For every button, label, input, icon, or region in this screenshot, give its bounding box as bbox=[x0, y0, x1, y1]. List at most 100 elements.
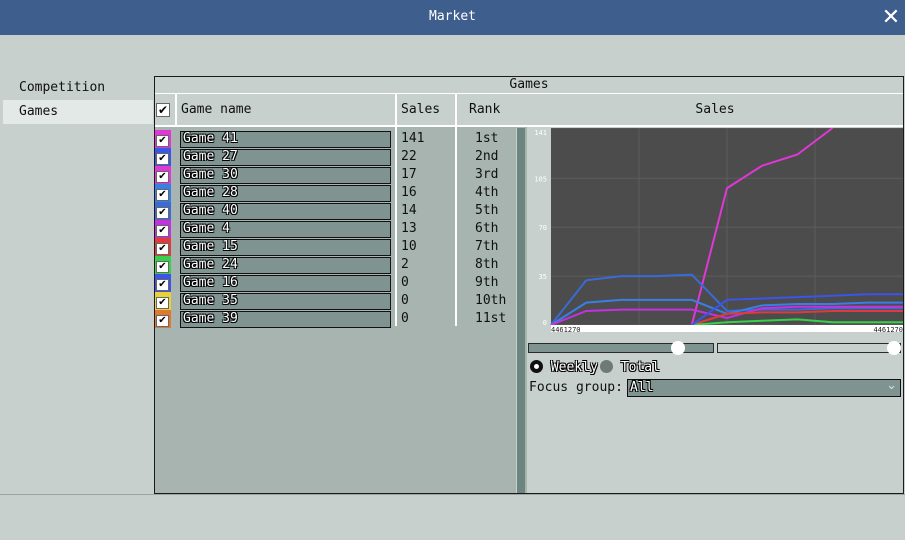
weekly-radio[interactable]: Weekly bbox=[530, 359, 598, 377]
table-row[interactable]: ✔ Game 40 14 5th bbox=[155, 202, 515, 220]
table-row[interactable]: ✔ Game 27 22 2nd bbox=[155, 148, 515, 166]
table-row[interactable]: ✔ Game 41 141 1st bbox=[155, 130, 515, 148]
check-icon: ✔ bbox=[156, 135, 169, 147]
close-icon[interactable]: ✕ bbox=[881, 7, 901, 29]
sales-cell: 2 bbox=[401, 257, 409, 272]
series-color-swatch[interactable]: ✔ bbox=[155, 184, 171, 202]
table-row[interactable]: ✔ Game 15 10 7th bbox=[155, 238, 515, 256]
games-table: ✔ Game name Sales Rank ✔ Game 41 14 1 1st ✔ Ga… bbox=[155, 94, 527, 493]
check-icon: ✔ bbox=[156, 189, 169, 201]
game-name-cell[interactable]: Game 15 bbox=[180, 239, 391, 256]
table-row[interactable]: ✔ Game 4 13 6th bbox=[155, 220, 515, 238]
rank-cell: 2nd bbox=[475, 149, 499, 164]
sales-cell: 141 bbox=[401, 131, 425, 146]
x-tick-label: 4461270 bbox=[873, 326, 903, 332]
table-row[interactable]: ✔ Game 35 0 10th bbox=[155, 292, 515, 310]
check-icon: ✔ bbox=[156, 171, 169, 183]
sidebar: Competition Games bbox=[3, 76, 153, 494]
range-slider-end-knob[interactable] bbox=[887, 341, 901, 355]
range-slider-start-knob[interactable] bbox=[671, 341, 685, 355]
panel-title: Games bbox=[155, 77, 903, 94]
select-all-checkbox[interactable]: ✔ bbox=[156, 103, 170, 118]
y-tick-label: 70 bbox=[539, 224, 547, 232]
game-name-cell[interactable]: Game 27 bbox=[180, 149, 391, 166]
bottom-strip bbox=[0, 494, 905, 540]
column-header-rank[interactable]: Rank bbox=[469, 101, 500, 119]
series-color-swatch[interactable]: ✔ bbox=[155, 238, 171, 256]
range-slider-end[interactable] bbox=[717, 343, 901, 353]
x-axis-strip bbox=[551, 325, 903, 332]
focus-group-select[interactable]: All ⌄ bbox=[627, 378, 901, 397]
y-tick-label: 141 bbox=[534, 129, 547, 137]
check-icon: ✔ bbox=[156, 103, 170, 117]
game-name-cell[interactable]: Game 24 bbox=[180, 257, 391, 274]
check-icon: ✔ bbox=[156, 153, 169, 165]
window-title: Market bbox=[429, 9, 476, 24]
sales-cell: 0 bbox=[401, 275, 409, 290]
chevron-down-icon: ⌄ bbox=[886, 378, 897, 393]
game-name-cell[interactable]: Game 28 bbox=[180, 185, 391, 202]
game-name-cell[interactable]: Game 4 bbox=[180, 221, 391, 238]
total-radio-label: Total bbox=[620, 360, 660, 375]
sales-chart: 0 35 70 105 141 4461270 4461270 bbox=[527, 127, 903, 334]
rank-cell: 6th bbox=[475, 221, 499, 236]
table-row[interactable]: ✔ Game 39 0 11st bbox=[155, 310, 515, 328]
sales-cell: 17 bbox=[401, 167, 417, 182]
check-icon: ✔ bbox=[156, 261, 169, 273]
sales-cell: 13 bbox=[401, 221, 417, 236]
series-color-swatch[interactable]: ✔ bbox=[155, 256, 171, 274]
series-color-swatch[interactable]: ✔ bbox=[155, 310, 171, 328]
sales-cell: 16 bbox=[401, 185, 417, 200]
sidebar-item-games[interactable]: Games bbox=[3, 100, 153, 124]
games-panel: Games ✔ Game name Sales Rank ✔ Game 41 141… bbox=[154, 76, 904, 494]
series-color-swatch[interactable]: ✔ bbox=[155, 166, 171, 184]
rank-cell: 9th bbox=[475, 275, 499, 290]
column-separator bbox=[175, 94, 177, 127]
rank-cell: 5th bbox=[475, 203, 499, 218]
table-row[interactable]: ✔ Game 30 17 3rd bbox=[155, 166, 515, 184]
rank-cell: 10th bbox=[475, 293, 507, 308]
check-icon: ✔ bbox=[156, 297, 169, 309]
sales-chart-panel: Sales 0 35 70 105 141 4461270 4461270 Weekly T… bbox=[527, 94, 903, 493]
x-tick-label: 4461270 bbox=[551, 326, 581, 332]
rank-cell: 7th bbox=[475, 239, 499, 254]
table-row[interactable]: ✔ Game 16 0 9th bbox=[155, 274, 515, 292]
window-titlebar: Market ✕ bbox=[0, 0, 905, 35]
game-name-cell[interactable]: Game 35 bbox=[180, 293, 391, 310]
column-header-sales[interactable]: Sales bbox=[401, 101, 440, 119]
sidebar-item-label: Games bbox=[19, 104, 59, 119]
game-name-cell[interactable]: Game 41 bbox=[180, 131, 391, 148]
game-name-cell[interactable]: Game 16 bbox=[180, 275, 391, 292]
range-slider-start[interactable] bbox=[528, 343, 714, 353]
rank-cell: 3rd bbox=[475, 167, 499, 182]
sales-cell: 14 bbox=[401, 203, 417, 218]
rank-cell: 8th bbox=[475, 257, 499, 272]
series-color-swatch[interactable]: ✔ bbox=[155, 274, 171, 292]
radio-unselected-icon bbox=[600, 360, 613, 373]
sidebar-item-competition[interactable]: Competition bbox=[3, 76, 153, 100]
y-tick-label: 0 bbox=[543, 319, 547, 327]
chart-header: Sales bbox=[527, 94, 903, 127]
focus-group-value: All bbox=[630, 380, 654, 395]
game-name-cell[interactable]: Game 39 bbox=[180, 311, 391, 328]
sales-cell: 0 bbox=[401, 311, 409, 326]
focus-group-label: Focus group: bbox=[529, 380, 623, 395]
series-color-swatch[interactable]: ✔ bbox=[155, 130, 171, 148]
sidebar-item-label: Competition bbox=[19, 80, 106, 95]
rank-cell: 11st bbox=[475, 311, 507, 326]
check-icon: ✔ bbox=[156, 243, 169, 255]
series-color-swatch[interactable]: ✔ bbox=[155, 220, 171, 238]
table-row[interactable]: ✔ Game 28 16 4th bbox=[155, 184, 515, 202]
series-color-swatch[interactable]: ✔ bbox=[155, 202, 171, 220]
sales-line-chart: 0 35 70 105 141 4461270 4461270 bbox=[534, 127, 903, 334]
y-tick-label: 105 bbox=[534, 175, 547, 183]
game-name-cell[interactable]: Game 40 bbox=[180, 203, 391, 220]
total-radio[interactable]: Total bbox=[600, 359, 660, 377]
series-color-swatch[interactable]: ✔ bbox=[155, 148, 171, 166]
table-scrollbar-thumb[interactable] bbox=[517, 128, 525, 493]
table-row[interactable]: ✔ Game 24 2 8th bbox=[155, 256, 515, 274]
game-name-cell[interactable]: Game 30 bbox=[180, 167, 391, 184]
column-header-name[interactable]: Game name bbox=[181, 101, 251, 119]
sales-cell: 0 bbox=[401, 293, 409, 308]
series-color-swatch[interactable]: ✔ bbox=[155, 292, 171, 310]
